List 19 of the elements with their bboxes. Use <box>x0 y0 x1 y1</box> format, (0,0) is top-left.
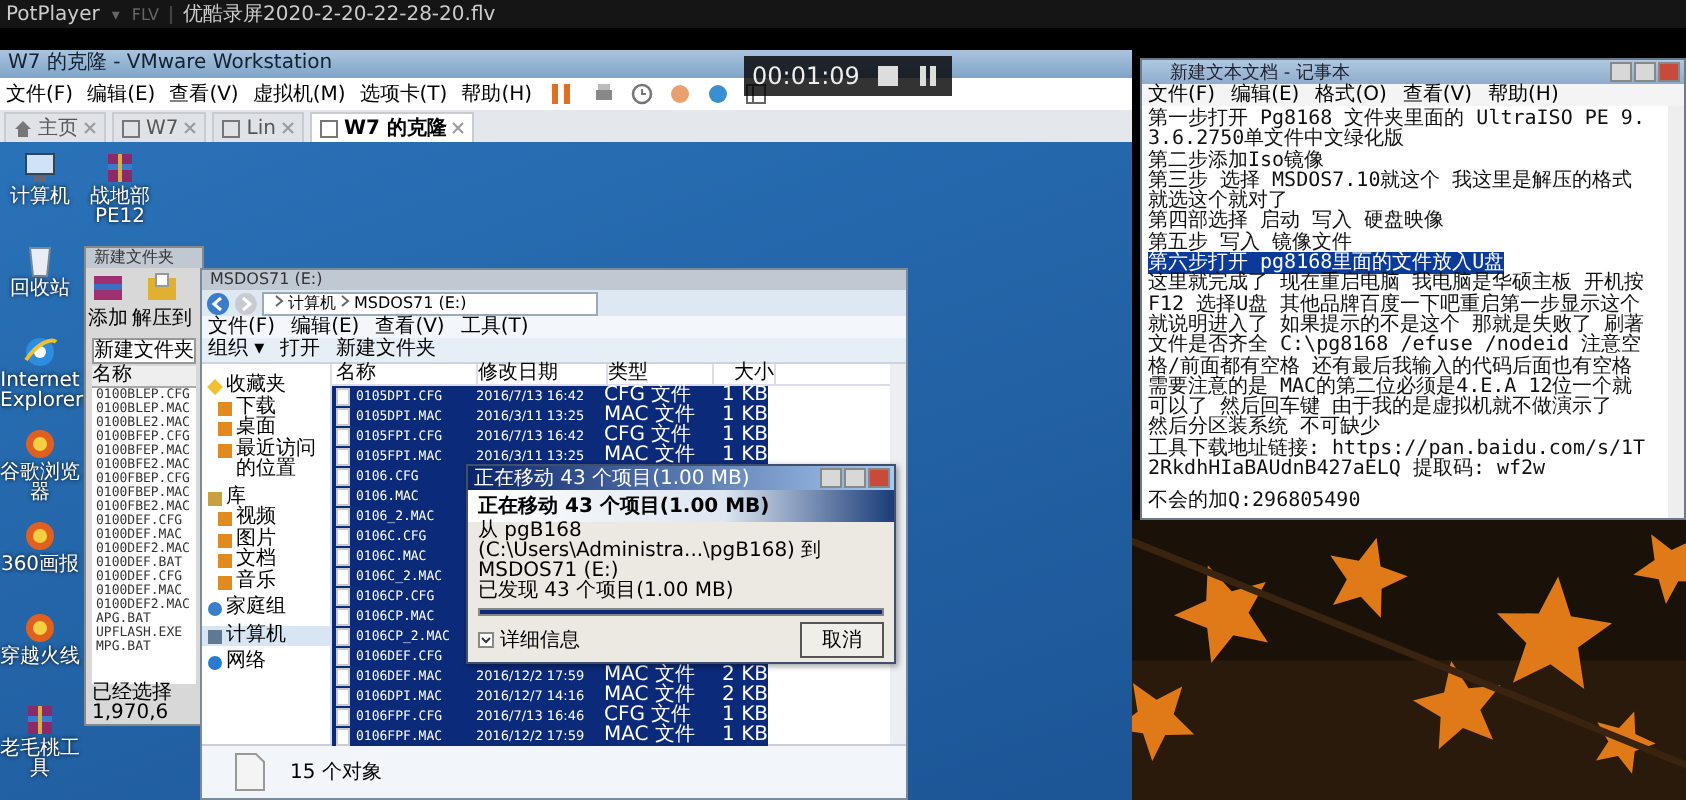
window-title: MSDOS71 (E:) <box>202 270 906 290</box>
window-title: 新建文件夹 <box>86 248 202 268</box>
text-line: 然后分区装系统 不可缺少 <box>1148 416 1381 439</box>
dialog-title: 正在移动 43 个项目(1.00 MB) <box>474 466 750 492</box>
dialog-heading: 正在移动 43 个项目(1.00 MB) <box>468 490 894 522</box>
text-line: 第一步打开 Pg8168 文件夹里面的 UltraISO PE 9.3.6.2750单文件中文绿化版 <box>1148 108 1645 151</box>
text-line: 第五步 写入 镜像文件 <box>1148 231 1353 254</box>
text-line: 第二步添加Iso镜像 <box>1148 149 1325 172</box>
window-title: 新建文本文档 - 记事本 <box>1170 61 1350 83</box>
text-line: 第四部选择 启动 写入 硬盘映像 <box>1148 210 1445 233</box>
text-line: 不会的加Q:296805490 <box>1148 492 1363 514</box>
format-label: FLV <box>131 5 172 23</box>
file-name: 优酷录屏2020-2-20-22-28-20.flv <box>183 1 496 28</box>
status-text: 已经选择 1,970,6 <box>90 684 174 724</box>
text-line: 工具下载地址链接: https://pan.baidu.com/s/1T2RkdhHIaBAUdnB427aELQ 提取码: wf2w <box>1148 437 1646 481</box>
items-found-text: 已发现 43 个项目(1.00 MB) <box>476 582 736 602</box>
time-display: 00:01:09 <box>752 62 860 90</box>
status-text: 15 个对象 <box>290 759 382 786</box>
copy-source-text: 从 pgB168 (C:\Users\Administra...\pgB168) 到 MSDOS71 (E:) <box>476 522 824 582</box>
